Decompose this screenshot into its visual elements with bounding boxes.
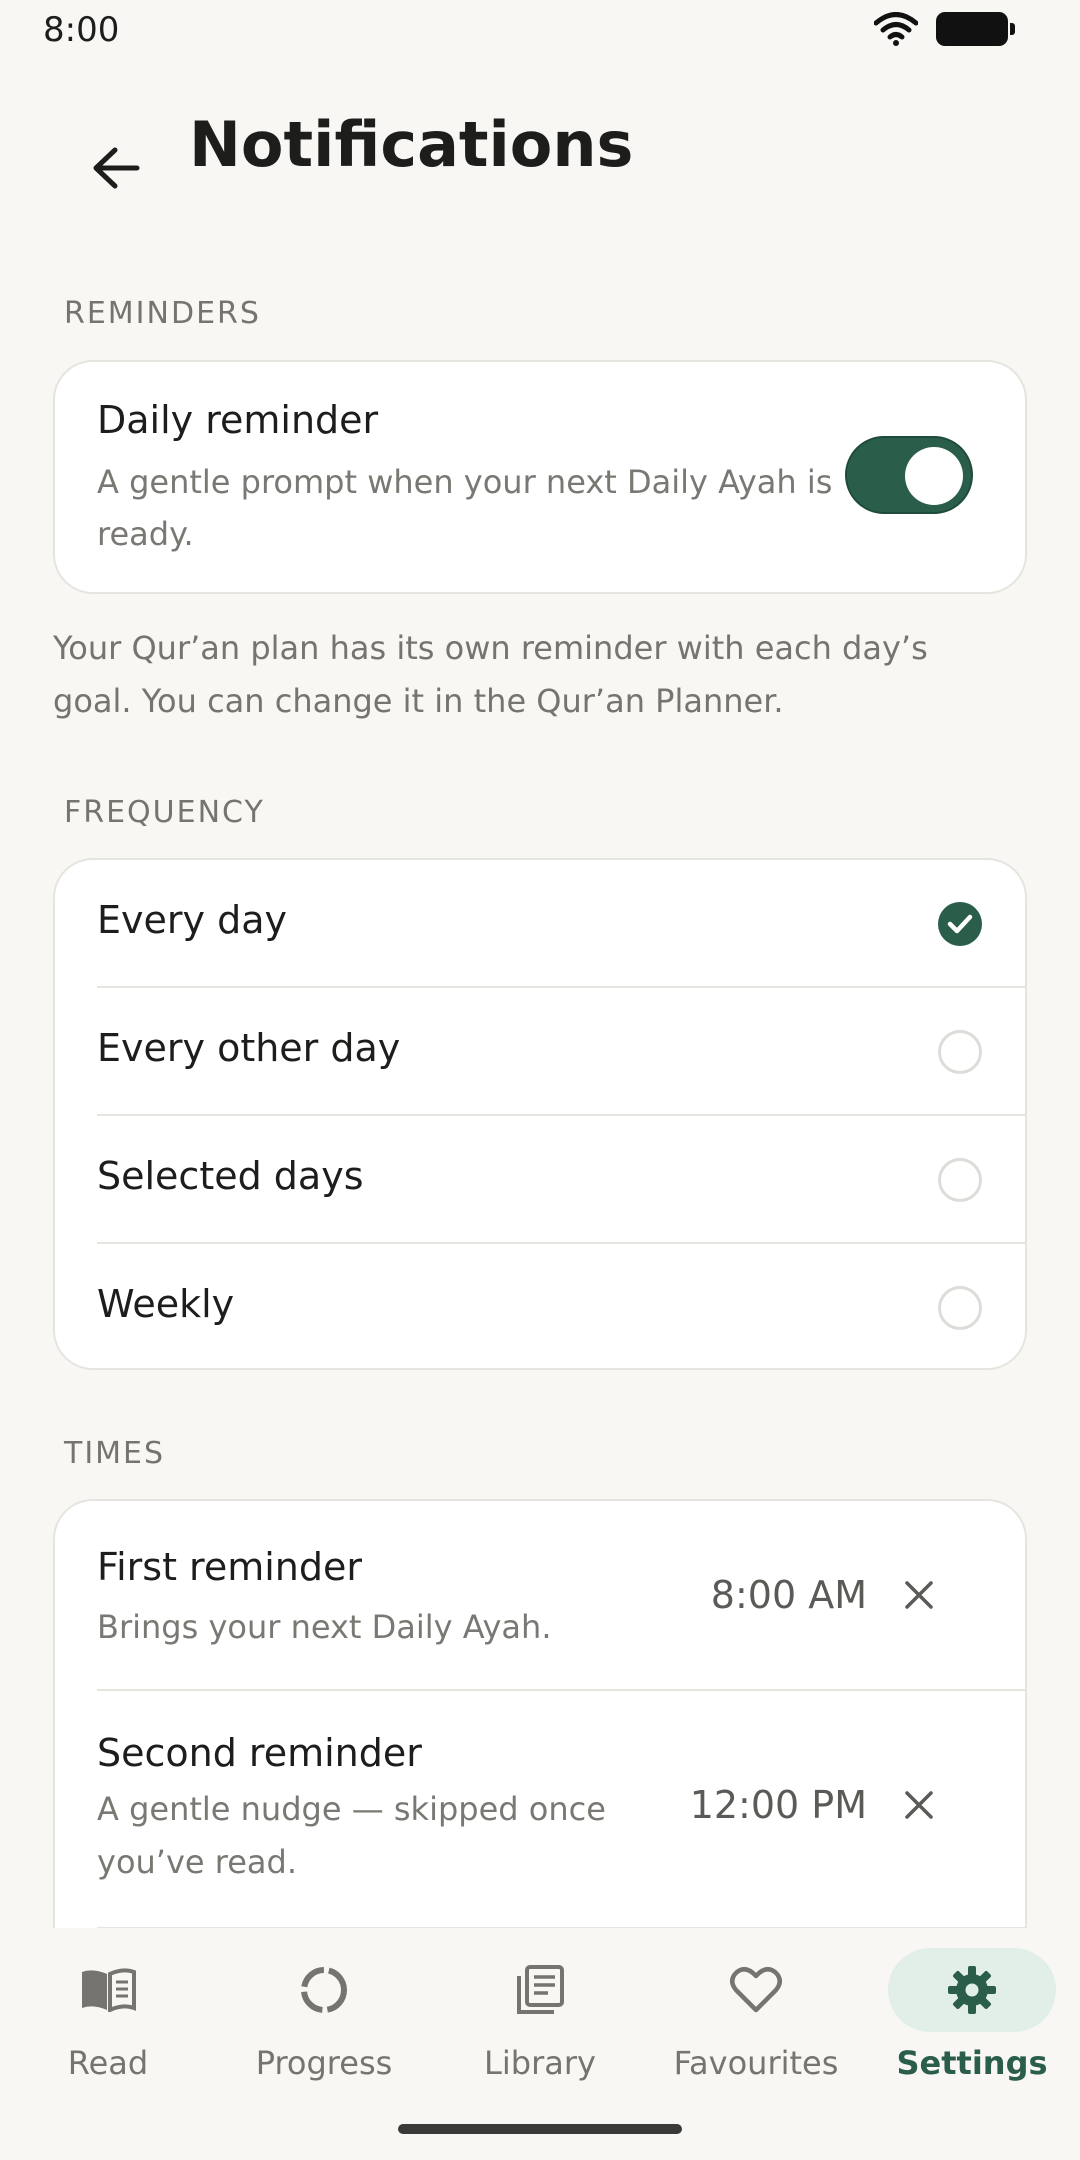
nav-item-library[interactable]: Library (432, 1948, 648, 2098)
frequency-option-selected-days[interactable]: Selected days (55, 1116, 1025, 1244)
daily-reminder-title: Daily reminder (97, 398, 379, 442)
nav-item-progress[interactable]: Progress (216, 1948, 432, 2098)
frequency-option-every-other-day[interactable]: Every other day (55, 988, 1025, 1116)
nav-icon-wrap (24, 1948, 192, 2032)
close-icon (905, 1581, 933, 1609)
status-time: 8:00 (43, 10, 120, 50)
gear-icon (948, 1966, 996, 2014)
back-button[interactable] (78, 130, 154, 206)
daily-reminder-description: A gentle prompt when your next Daily Aya… (97, 463, 833, 553)
first-reminder-row[interactable]: First reminder Brings your next Daily Ay… (55, 1501, 1025, 1689)
nav-item-favourites[interactable]: Favourites (648, 1948, 864, 2098)
remove-reminder-button[interactable] (891, 1777, 947, 1833)
radio-unchecked-icon (938, 1158, 982, 1202)
reminder-time-title: First reminder (97, 1545, 362, 1589)
frequency-option-label: Weekly (97, 1282, 235, 1326)
nav-icon-wrap (240, 1948, 408, 2032)
nav-label: Library (484, 2044, 596, 2082)
frequency-option-label: Every other day (97, 1026, 401, 1070)
wifi-icon (874, 12, 918, 46)
reminder-time-title: Second reminder (97, 1731, 422, 1775)
frequency-option-label: Selected days (97, 1154, 364, 1198)
frequency-card: Every day Every other day Selected days … (53, 858, 1027, 1370)
remove-reminder-button[interactable] (891, 1567, 947, 1623)
frequency-option-label: Every day (97, 898, 287, 942)
battery-icon (936, 12, 1015, 46)
close-icon (905, 1791, 933, 1819)
nav-item-settings[interactable]: Settings (864, 1948, 1080, 2098)
nav-icon-wrap (456, 1948, 624, 2032)
notifications-screen: 8:00 Notifications REMINDERS Daily remin… (0, 0, 1080, 2160)
reminder-time-description: Brings your next Daily Ayah. (97, 1608, 552, 1646)
daily-reminder-card: Daily reminder A gentle prompt when your… (53, 360, 1027, 594)
radio-unchecked-icon (938, 1030, 982, 1074)
radio-unchecked-icon (938, 1286, 982, 1330)
check-icon (947, 914, 973, 934)
status-icons (874, 12, 1015, 46)
library-icon (517, 1965, 564, 2014)
frequency-option-every-day[interactable]: Every day (55, 860, 1025, 988)
reminder-time-value[interactable]: 12:00 PM (690, 1783, 867, 1827)
reminder-time-value[interactable]: 8:00 AM (711, 1573, 867, 1617)
page-title: Notifications (189, 108, 634, 181)
section-label-times: TIMES (64, 1436, 166, 1471)
nav-label: Settings (896, 2044, 1048, 2082)
section-label-frequency: FREQUENCY (64, 795, 265, 830)
arrow-left-icon (93, 147, 140, 189)
daily-reminder-toggle[interactable] (845, 436, 973, 514)
book-icon (82, 1968, 136, 2012)
heart-icon (730, 1967, 782, 2013)
home-indicator[interactable] (398, 2124, 682, 2134)
nav-icon-wrap (672, 1948, 840, 2032)
planner-reminder-note: Your Qur’an plan has its own reminder wi… (53, 629, 928, 720)
nav-label: Favourites (673, 2044, 839, 2082)
section-label-reminders: REMINDERS (64, 296, 261, 331)
reminder-time-description: A gentle nudge — skipped once you’ve rea… (97, 1790, 606, 1881)
nav-item-read[interactable]: Read (0, 1948, 216, 2098)
frequency-option-weekly[interactable]: Weekly (55, 1244, 1025, 1372)
second-reminder-row[interactable]: Second reminder A gentle nudge — skipped… (55, 1691, 1025, 1927)
radio-checked-icon (938, 902, 982, 946)
nav-label: Progress (255, 2044, 393, 2082)
nav-label: Read (67, 2044, 149, 2082)
progress-ring-icon (301, 1967, 347, 2013)
toggle-knob (905, 447, 963, 505)
nav-icon-wrap (888, 1948, 1056, 2032)
